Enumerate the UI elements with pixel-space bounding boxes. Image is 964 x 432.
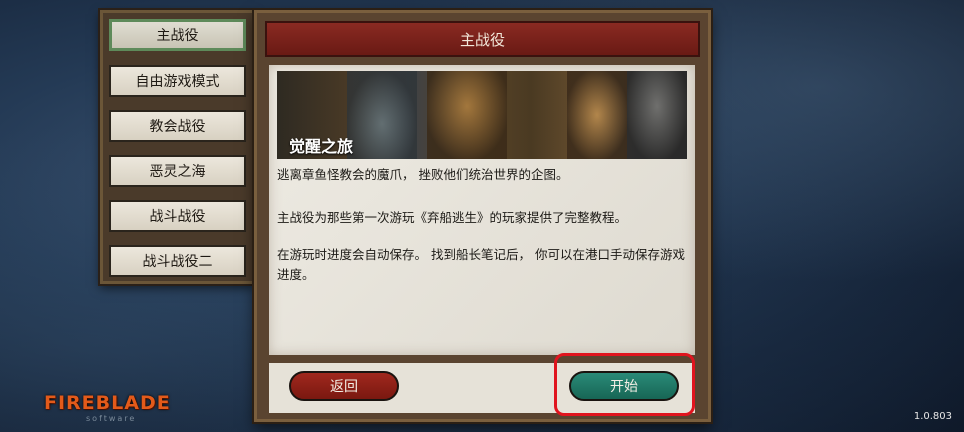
fireblade-logo: FIREBLADE [44, 392, 171, 414]
menu-item-free-play[interactable]: 自由游戏模式 [109, 65, 246, 97]
version-label: 1.0.803 [913, 411, 952, 422]
start-button-highlight [554, 353, 695, 416]
banner-title: 觉醒之旅 [289, 137, 354, 156]
campaign-menu: 主战役 自由游戏模式 教会战役 恶灵之海 战斗战役 战斗战役二 [100, 10, 255, 284]
menu-item-main-campaign[interactable]: 主战役 [109, 19, 246, 51]
panel-title: 主战役 [265, 21, 700, 57]
back-button[interactable]: 返回 [289, 371, 399, 401]
description-line-1: 逃离章鱼怪教会的魔爪， 挫败他们统治世界的企图。 [277, 167, 569, 182]
campaign-banner-image: 觉醒之旅 [277, 71, 687, 159]
description-line-3: 在游玩时进度会自动保存。 找到船长笔记后， 你可以在港口手动保存游戏进度。 [277, 247, 685, 282]
fireblade-logo-subtitle: software [86, 414, 137, 423]
description-card: 觉醒之旅 逃离章鱼怪教会的魔爪， 挫败他们统治世界的企图。 主战役为那些第一次游… [269, 65, 695, 355]
menu-item-battle-campaign[interactable]: 战斗战役 [109, 200, 246, 232]
menu-item-sea-of-spirits[interactable]: 恶灵之海 [109, 155, 246, 187]
description-line-2: 主战役为那些第一次游玩《弃船逃生》的玩家提供了完整教程。 [277, 210, 628, 225]
menu-item-battle-campaign-2[interactable]: 战斗战役二 [109, 245, 246, 277]
menu-item-church-campaign[interactable]: 教会战役 [109, 110, 246, 142]
